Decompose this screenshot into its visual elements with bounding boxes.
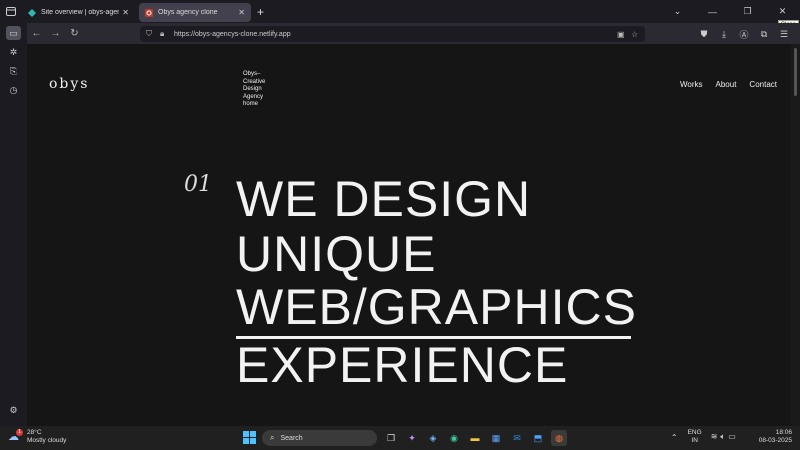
notification-badge: 1 bbox=[16, 429, 23, 436]
lang-top: ENG bbox=[687, 429, 702, 436]
cloud-icon: ☁ 1 bbox=[8, 429, 24, 444]
account-icon[interactable]: Ⓐ bbox=[734, 28, 754, 41]
taskbar-search[interactable]: ⌕ Search bbox=[262, 430, 377, 446]
hero-line-2: UNIQUE bbox=[236, 226, 437, 282]
extensions-icon[interactable]: ⧉ bbox=[754, 29, 774, 40]
close-tab-icon[interactable]: ✕ bbox=[238, 8, 245, 17]
reload-button[interactable]: ↻ bbox=[65, 28, 84, 39]
restore-button[interactable]: ❐ bbox=[730, 6, 765, 17]
tagline-line: Agency bbox=[243, 93, 264, 100]
history-icon[interactable]: ◷ bbox=[6, 83, 21, 97]
edge-icon[interactable]: ◉ bbox=[446, 430, 462, 446]
copilot-icon[interactable]: ✦ bbox=[404, 430, 420, 446]
tagline-line: Obys– bbox=[243, 71, 261, 77]
tagline-line: Design bbox=[243, 86, 262, 92]
page-content: obys Obys– Creative Design Agency home W… bbox=[27, 44, 791, 426]
url-bar[interactable]: ⛉ 🔒︎ https://obys-agencys-clone.netlify.… bbox=[140, 26, 645, 42]
system-tray: ⌃ ENG IN ≋🔈︎▭ 18:06 08-03-2025 bbox=[671, 429, 792, 445]
page-scrollbar[interactable] bbox=[791, 44, 800, 426]
back-button[interactable]: ← bbox=[27, 28, 46, 39]
weather-widget[interactable]: ☁ 1 28°C Mostly cloudy bbox=[8, 429, 66, 445]
url-text[interactable]: https://obys-agencys-clone.netlify.app bbox=[174, 31, 617, 38]
tab-bar: Site overview | obys-agencys-cl ✕ Obys a… bbox=[0, 0, 800, 23]
obys-favicon-icon bbox=[145, 8, 153, 17]
weather-desc: Mostly cloudy bbox=[27, 437, 67, 444]
ai-chatbot-icon[interactable]: ✲ bbox=[6, 45, 21, 59]
nav-toolbar: ← → ↻ ⛉ 🔒︎ https://obys-agencys-clone.ne… bbox=[0, 23, 800, 44]
store-icon[interactable]: ▦ bbox=[488, 430, 504, 446]
file-explorer-icon[interactable]: ▬ bbox=[467, 430, 483, 446]
reader-view-icon[interactable]: ▣ bbox=[617, 30, 631, 39]
hero-number: 01 bbox=[184, 172, 212, 197]
taskbar-apps: ❐ ✦ ◈ ◉ ▬ ▦ ✉ ⬒ ◍ bbox=[383, 430, 567, 446]
show-hidden-icons-icon[interactable]: ⌃ bbox=[671, 433, 678, 442]
toolbar-icons: ⛊ ⤓ Ⓐ ⧉ ☰ bbox=[694, 26, 794, 42]
windows-start-icon[interactable] bbox=[243, 431, 256, 444]
close-window-button[interactable]: ✕ bbox=[765, 6, 800, 17]
task-view-icon[interactable]: ❐ bbox=[383, 430, 399, 446]
nav-works-link[interactable]: Works bbox=[680, 80, 703, 89]
new-tab-button[interactable]: + bbox=[257, 5, 264, 19]
lock-icon[interactable]: 🔒︎ bbox=[160, 29, 174, 39]
settings-gear-icon[interactable]: ⚙ bbox=[6, 403, 21, 417]
bookmark-star-icon[interactable]: ☆ bbox=[631, 30, 645, 39]
tab-title: Obys agency clone bbox=[158, 9, 218, 16]
clock[interactable]: 18:06 08-03-2025 bbox=[759, 429, 792, 445]
hero-line-4: EXPERIENCE bbox=[236, 337, 569, 393]
search-label: Search bbox=[280, 434, 303, 442]
clock-time: 18:06 bbox=[775, 429, 792, 436]
list-tabs-button[interactable]: ⌄ bbox=[660, 6, 695, 17]
firefox-icon[interactable]: ◍ bbox=[551, 430, 567, 446]
tab-site-overview[interactable]: Site overview | obys-agencys-cl ✕ bbox=[22, 3, 135, 22]
minimize-button[interactable]: — bbox=[695, 7, 730, 17]
nav-contact-link[interactable]: Contact bbox=[749, 80, 777, 89]
synced-tabs-icon[interactable]: ⎘ bbox=[6, 64, 21, 78]
hero-line-3: WEB/GRAPHICS bbox=[236, 279, 637, 335]
tagline-line: home bbox=[243, 101, 259, 107]
lang-bottom: IN bbox=[691, 437, 698, 444]
site-tagline: Obys– Creative Design Agency home bbox=[243, 71, 283, 109]
wifi-volume-battery-icon[interactable]: ≋🔈︎▭ bbox=[711, 432, 739, 442]
nav-about-link[interactable]: About bbox=[716, 80, 737, 89]
shield-icon[interactable]: ⛉ bbox=[146, 29, 160, 39]
outlook-icon[interactable]: ✉ bbox=[509, 430, 525, 446]
pocket-icon[interactable]: ⛊ bbox=[694, 29, 714, 40]
tab-title: Site overview | obys-agencys-cl bbox=[41, 9, 120, 16]
photos-icon[interactable]: ◈ bbox=[425, 430, 441, 446]
tagline-line: Creative bbox=[243, 78, 266, 85]
hero-line-1: WE DESIGN bbox=[236, 171, 532, 227]
downloads-icon[interactable]: ⤓ bbox=[714, 29, 734, 40]
firefox-view-icon[interactable] bbox=[0, 0, 22, 23]
sidebar-toggle-icon[interactable]: ▭ bbox=[6, 26, 21, 40]
mail-icon[interactable]: ⬒ bbox=[530, 430, 546, 446]
weather-temp: 28°C bbox=[27, 429, 42, 436]
tab-obys-clone[interactable]: Obys agency clone ✕ bbox=[139, 3, 251, 22]
close-tab-icon[interactable]: ✕ bbox=[122, 8, 129, 17]
search-icon: ⌕ bbox=[270, 433, 275, 442]
scroll-thumb[interactable] bbox=[794, 48, 797, 96]
browser-sidebar: ▭ ✲ ⎘ ◷ ⚙ bbox=[0, 23, 27, 426]
clock-date: 08-03-2025 bbox=[758, 437, 792, 444]
forward-button[interactable]: → bbox=[46, 28, 65, 39]
weather-text: 28°C Mostly cloudy bbox=[27, 429, 66, 445]
site-logo[interactable]: obys bbox=[49, 76, 89, 92]
language-indicator[interactable]: ENG IN bbox=[688, 429, 702, 445]
windows-taskbar: ☁ 1 28°C Mostly cloudy ⌕ Search ❐ ✦ ◈ ◉ ▬… bbox=[0, 426, 800, 450]
menu-icon[interactable]: ☰ bbox=[774, 29, 794, 40]
netlify-icon bbox=[28, 8, 36, 17]
site-nav: Works About Contact bbox=[680, 80, 777, 89]
